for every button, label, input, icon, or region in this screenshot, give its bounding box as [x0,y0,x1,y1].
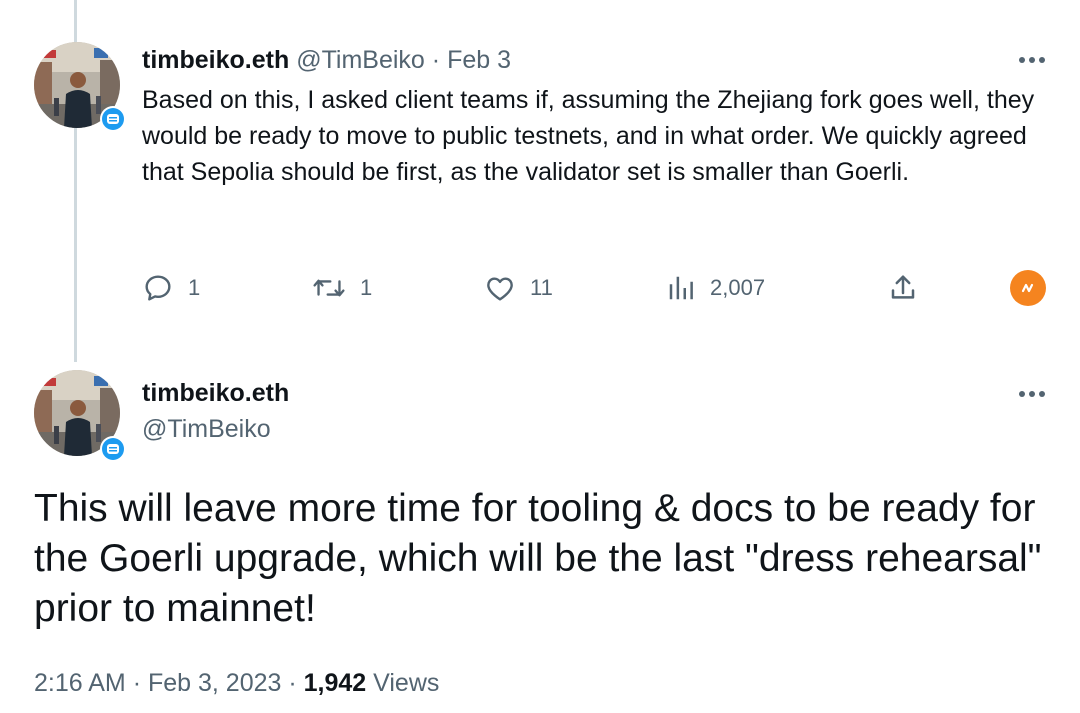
header-separator: · [431,46,441,74]
views-count: 2,007 [710,275,766,300]
tweet-full-date[interactable]: Feb 3, 2023 [148,669,281,697]
handle[interactable]: @TimBeiko [142,412,271,446]
extension-badge-icon [1021,283,1034,293]
more-options-button[interactable] [1014,384,1050,404]
display-name[interactable]: timbeiko.eth [142,376,289,410]
verified-org-badge [100,106,126,132]
tweet-date[interactable]: Feb 3 [447,46,511,74]
views-count: 1,942 [303,669,367,697]
extension-badge-button[interactable] [1010,270,1046,306]
display-name[interactable]: timbeiko.eth [142,46,289,74]
tweet-meta: 2:16 AM · Feb 3, 2023 · 1,942 Views [34,666,439,700]
like-count: 11 [530,275,553,300]
like-button[interactable]: 11 [484,270,553,306]
reply-count: 1 [188,275,201,300]
more-options-button[interactable] [1014,50,1050,70]
retweet-button[interactable]: 1 [312,270,372,306]
tweet-time[interactable]: 2:16 AM [34,669,126,697]
more-horizontal-icon [1019,57,1045,63]
views-button[interactable]: 2,007 [666,270,765,306]
handle[interactable]: @TimBeiko [296,46,425,74]
retweet-count: 1 [360,275,373,300]
views-label: Views [373,669,440,697]
meta-separator: · [288,669,297,697]
verified-org-badge-icon [102,108,124,130]
retweet-icon [313,279,345,297]
verified-org-badge [100,436,126,462]
heart-icon [487,277,513,301]
meta-separator: · [132,669,142,697]
tweet-text: This will leave more time for tooling & … [34,487,1042,630]
verified-org-badge-icon [102,438,124,460]
analytics-icon [669,276,693,300]
reply-button[interactable]: 1 [142,270,200,306]
tweet-text: Based on this, I asked client teams if, … [142,86,1035,186]
share-button[interactable] [888,270,918,306]
tweet-header: timbeiko.eth @TimBeiko · Feb 3 [142,44,511,76]
more-horizontal-icon [1019,391,1045,397]
reply-icon [145,275,171,301]
share-icon [891,275,915,299]
